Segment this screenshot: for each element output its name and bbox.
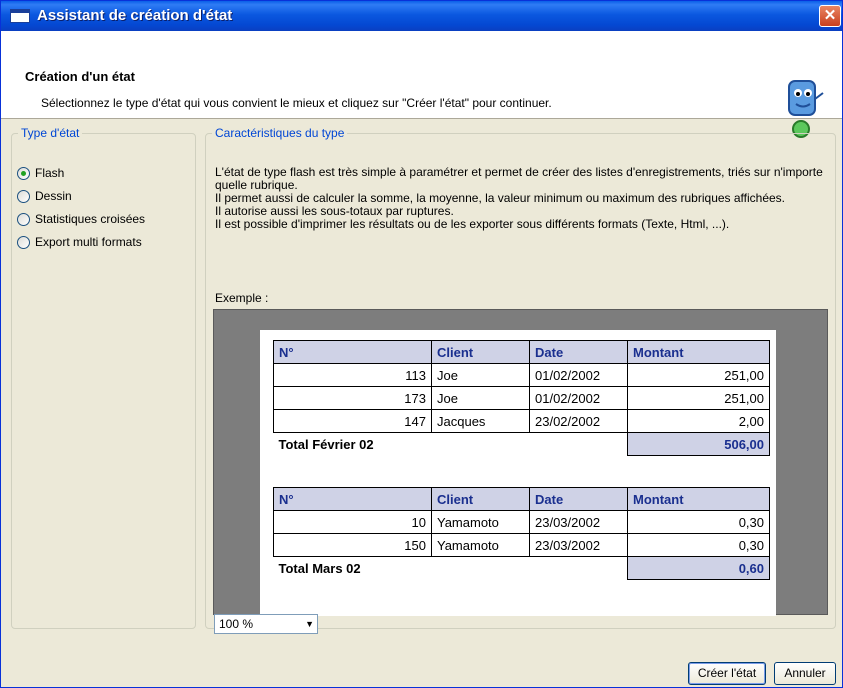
- table-header-row: N° Client Date Montant: [273, 340, 770, 364]
- radio-flash[interactable]: Flash: [17, 164, 64, 182]
- column-header: Client: [431, 487, 530, 511]
- table-row: 10 Yamamoto 23/03/2002 0,30: [273, 510, 770, 534]
- column-header: Client: [431, 340, 530, 364]
- page-title: Création d'un état: [25, 69, 135, 84]
- radio-label: Statistiques croisées: [35, 212, 146, 226]
- cell-client: Joe: [431, 363, 530, 387]
- total-label: Total Février 02: [278, 436, 374, 452]
- cell-number: 147: [273, 409, 432, 433]
- cell-date: 23/02/2002: [529, 409, 628, 433]
- cell-client: Yamamoto: [431, 510, 530, 534]
- report-table-mar: N° Client Date Montant 10 Yamamoto 23/03…: [273, 487, 770, 580]
- total-row: Total Février 02 506,00: [274, 432, 770, 456]
- title-bar[interactable]: Assistant de création d'état ✕: [1, 1, 842, 31]
- cell-amount: 251,00: [627, 386, 770, 410]
- report-type-legend: Type d'état: [21, 126, 80, 140]
- cell-date: 23/03/2002: [529, 533, 628, 557]
- radio-label: Dessin: [35, 189, 72, 203]
- column-header: N°: [273, 487, 432, 511]
- chevron-down-icon[interactable]: ▼: [305, 615, 314, 633]
- table-header-row: N° Client Date Montant: [273, 487, 770, 511]
- report-table-feb: N° Client Date Montant 113 Joe 01/02/200…: [273, 340, 770, 456]
- description-line: L'état de type flash est très simple à p…: [215, 165, 823, 192]
- cell-date: 01/02/2002: [529, 386, 628, 410]
- report-preview[interactable]: N° Client Date Montant 113 Joe 01/02/200…: [213, 309, 828, 616]
- characteristics-legend: Caractéristiques du type: [215, 126, 345, 140]
- table-row: 150 Yamamoto 23/03/2002 0,30: [273, 533, 770, 557]
- zoom-select[interactable]: 100 % ▼: [214, 614, 318, 634]
- cell-client: Joe: [431, 386, 530, 410]
- cell-amount: 0,30: [627, 533, 770, 557]
- cell-number: 113: [273, 363, 432, 387]
- radio-icon[interactable]: [17, 189, 30, 203]
- description-line: Il est possible d'imprimer les résultats…: [215, 217, 730, 231]
- radio-label: Export multi formats: [35, 235, 142, 249]
- cell-amount: 0,30: [627, 510, 770, 534]
- example-label: Exemple :: [215, 291, 269, 305]
- column-header: N°: [273, 340, 432, 364]
- cell-date: 23/03/2002: [529, 510, 628, 534]
- cancel-button[interactable]: Annuler: [774, 662, 836, 685]
- column-header: Montant: [627, 487, 770, 511]
- window-icon: [10, 9, 30, 23]
- cell-number: 173: [273, 386, 432, 410]
- radio-icon[interactable]: [17, 212, 30, 226]
- window-title: Assistant de création d'état: [37, 7, 233, 24]
- radio-dessin[interactable]: Dessin: [17, 187, 72, 205]
- total-value: 0,60: [627, 556, 770, 580]
- radio-checked-icon[interactable]: [17, 166, 30, 180]
- radio-statistiques-croisees[interactable]: Statistiques croisées: [17, 210, 145, 228]
- type-description: L'état de type flash est très simple à p…: [215, 166, 825, 231]
- radio-label: Flash: [35, 166, 65, 180]
- column-header: Date: [529, 487, 628, 511]
- column-header: Montant: [627, 340, 770, 364]
- table-row: 173 Joe 01/02/2002 251,00: [273, 386, 770, 410]
- cell-client: Yamamoto: [431, 533, 530, 557]
- preview-page: N° Client Date Montant 113 Joe 01/02/200…: [260, 330, 776, 616]
- create-report-button[interactable]: Créer l'état: [688, 662, 766, 685]
- wizard-header: Création d'un état Sélectionnez le type …: [1, 31, 842, 138]
- cell-number: 10: [273, 510, 432, 534]
- zoom-value: 100 %: [219, 617, 254, 631]
- total-label: Total Mars 02: [278, 560, 361, 576]
- close-button[interactable]: ✕: [819, 5, 841, 27]
- table-row: 113 Joe 01/02/2002 251,00: [273, 363, 770, 387]
- wizard-window: Assistant de création d'état ✕ Création …: [0, 0, 843, 688]
- cell-date: 01/02/2002: [529, 363, 628, 387]
- page-subtitle: Sélectionnez le type d'état qui vous con…: [41, 96, 552, 110]
- table-row: 147 Jacques 23/02/2002 2,00: [273, 409, 770, 433]
- total-value: 506,00: [627, 432, 770, 456]
- cell-amount: 2,00: [627, 409, 770, 433]
- cell-client: Jacques: [431, 409, 530, 433]
- total-row: Total Mars 02 0,60: [274, 556, 770, 580]
- radio-icon[interactable]: [17, 235, 30, 249]
- radio-export-multi-formats[interactable]: Export multi formats: [17, 233, 142, 251]
- cell-number: 150: [273, 533, 432, 557]
- cell-amount: 251,00: [627, 363, 770, 387]
- column-header: Date: [529, 340, 628, 364]
